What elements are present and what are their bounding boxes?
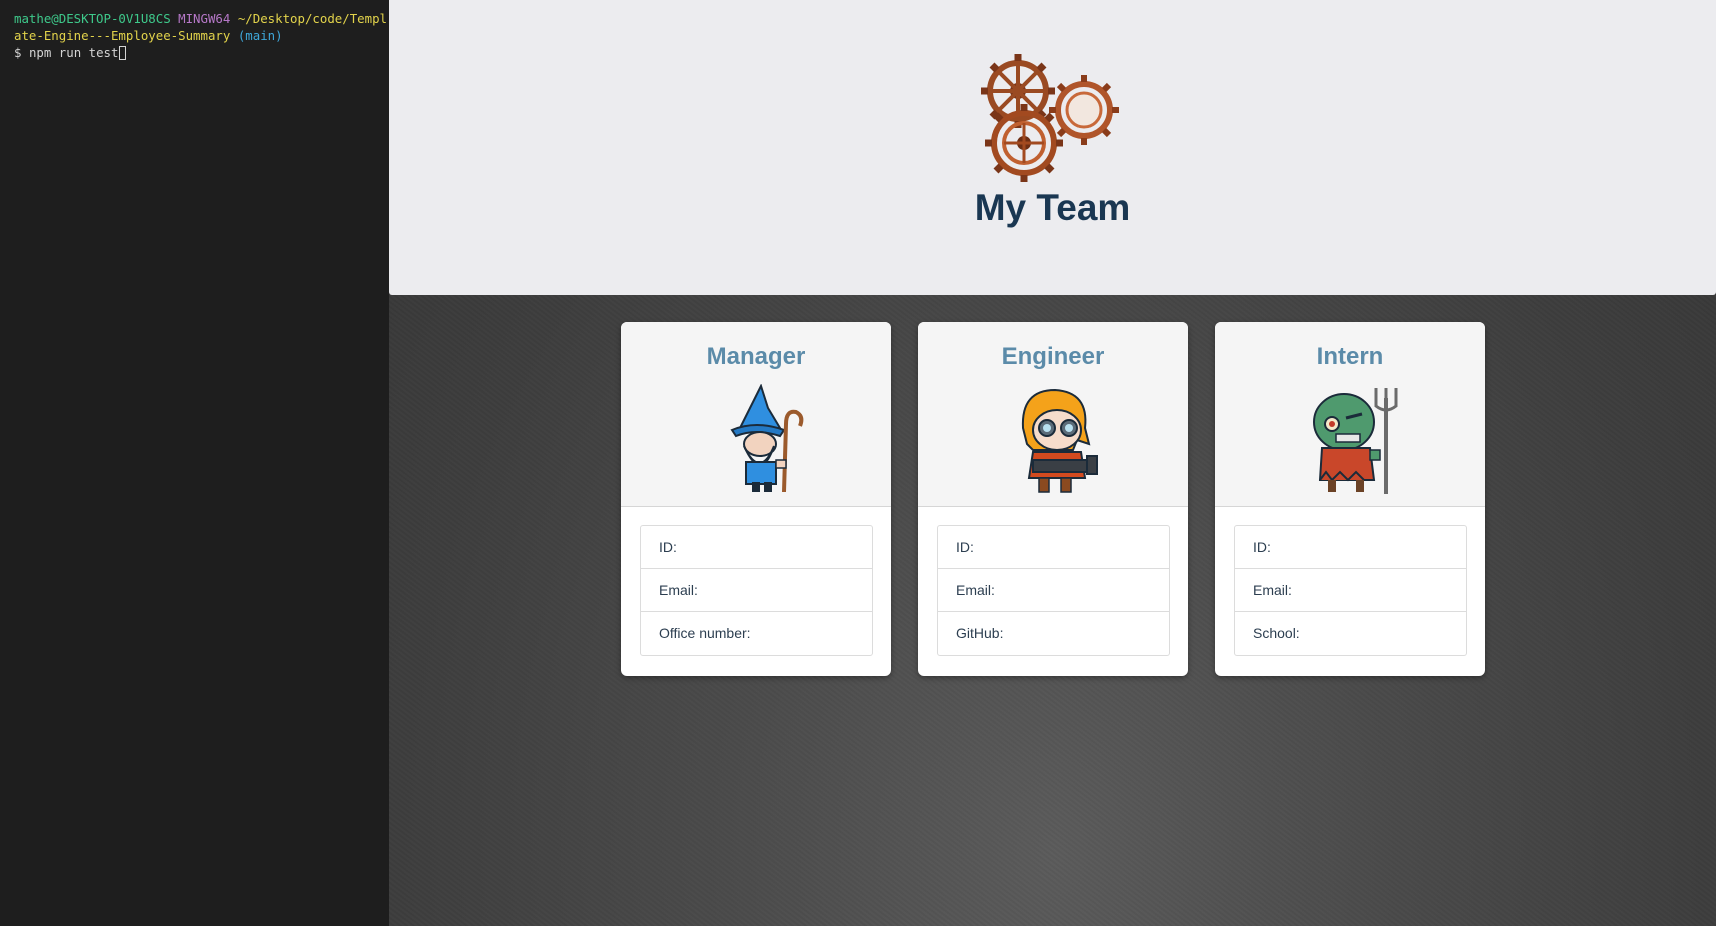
- terminal-git-branch: (main): [237, 28, 283, 43]
- detail-school: School:: [1253, 625, 1300, 641]
- terminal-cursor: [119, 46, 127, 60]
- detail-email: Email:: [641, 569, 872, 612]
- manager-card: Manager ID: Email: Office number:: [621, 322, 891, 676]
- card-header: Manager: [621, 322, 891, 507]
- terminal-user-host: mathe@DESKTOP-0V1U8CS: [14, 11, 171, 26]
- detail-id: ID:: [938, 526, 1169, 569]
- team-page: My Team Manager ID: Email: Office number…: [389, 0, 1716, 926]
- terminal-path: ~/Desktop/code/Templ: [237, 11, 388, 26]
- page-title: My Team: [974, 187, 1131, 228]
- details-list: ID: Email: School:: [1234, 525, 1467, 656]
- terminal-prompt-line: mathe@DESKTOP-0V1U8CS MINGW64 ~/Desktop/…: [14, 10, 389, 27]
- card-title: Intern: [1316, 343, 1384, 370]
- gears-icon: [981, 54, 1119, 182]
- detail-github: GitHub:: [956, 625, 1004, 641]
- detail-office-number: Office number:: [659, 625, 751, 641]
- zombie-pitchfork-avatar-icon: [1313, 388, 1398, 494]
- card-header: Engineer: [918, 322, 1188, 507]
- detail-email: Email:: [938, 569, 1169, 612]
- terminal-pane[interactable]: mathe@DESKTOP-0V1U8CS MINGW64 ~/Desktop/…: [0, 0, 389, 926]
- terminal-prompt-symbol: $: [14, 45, 22, 60]
- terminal-path-continued: ate-Engine---Employee-Summary: [14, 28, 231, 43]
- terminal-command-line[interactable]: $ npm run test: [14, 44, 389, 61]
- detail-id: ID:: [1235, 526, 1466, 569]
- card-title: Manager: [706, 343, 806, 370]
- intern-card: Intern ID: Email: School:: [1215, 322, 1485, 676]
- details-list: ID: Email: GitHub:: [937, 525, 1170, 656]
- engineer-card: Engineer ID: Email: GitHub:: [918, 322, 1188, 676]
- detail-id: ID:: [641, 526, 872, 569]
- detail-email: Email:: [1235, 569, 1466, 612]
- card-title: Engineer: [1001, 343, 1105, 370]
- terminal-prompt-line-2: ate-Engine---Employee-Summary (main): [14, 27, 389, 44]
- details-list: ID: Email: Office number:: [640, 525, 873, 656]
- terminal-shell-name: MINGW64: [178, 11, 231, 26]
- card-header: Intern: [1215, 322, 1485, 507]
- goggles-engineer-avatar-icon: [1021, 388, 1098, 493]
- page-header: My Team: [389, 0, 1716, 295]
- terminal-command[interactable]: npm run test: [29, 45, 119, 60]
- wizard-avatar-icon: [730, 384, 804, 493]
